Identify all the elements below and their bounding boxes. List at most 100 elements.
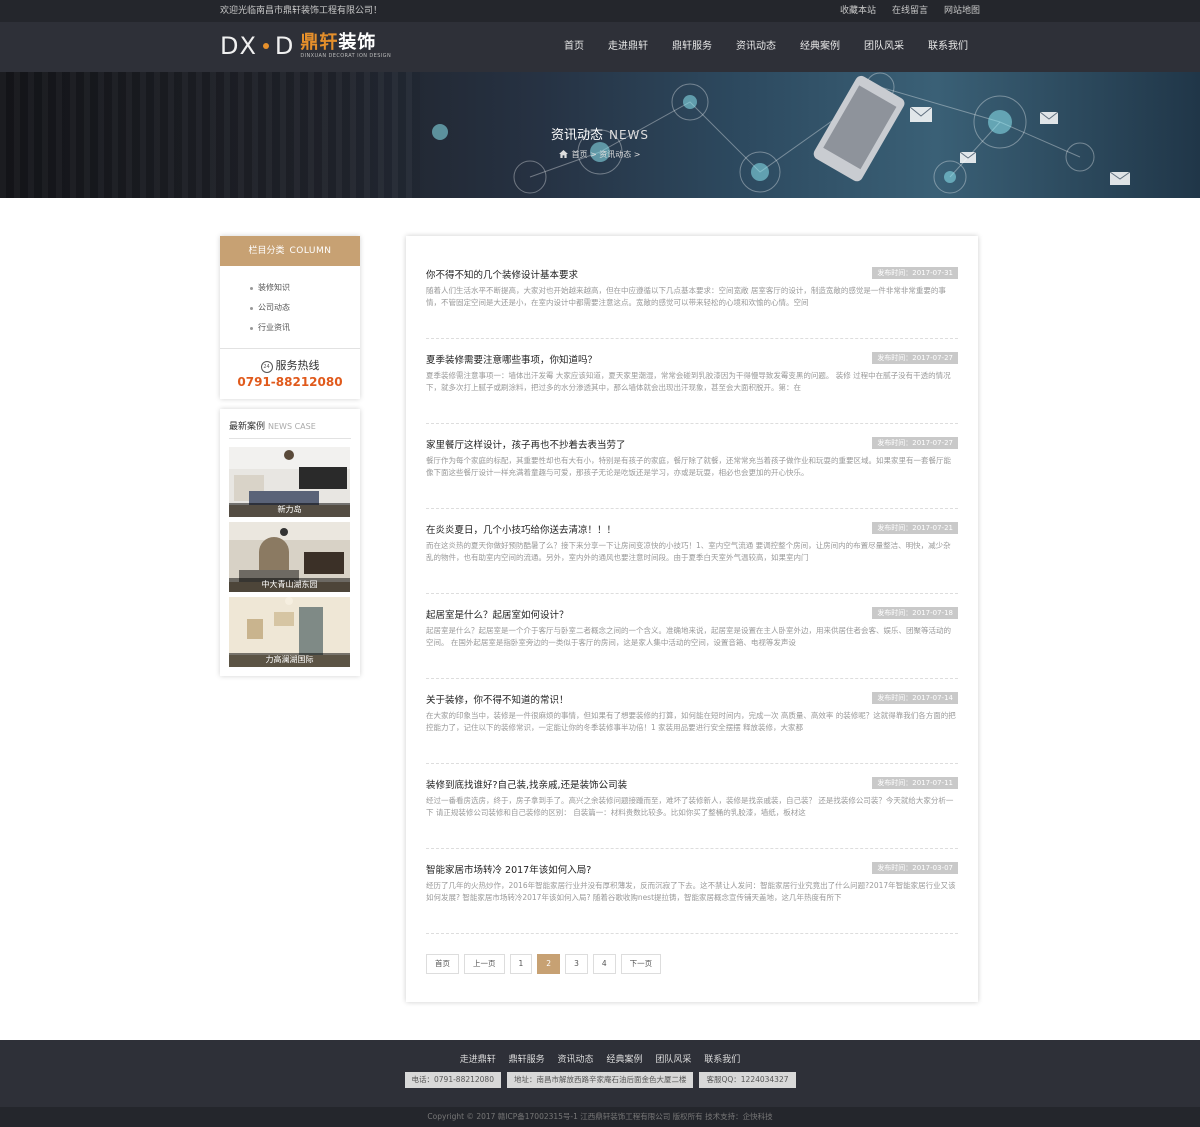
- case-name: 新力岛: [229, 503, 350, 517]
- news-title[interactable]: 夏季装修需要注意哪些事项，你知道吗？: [426, 352, 846, 366]
- news-summary: 餐厅作为每个家庭的标配，其重要性却也有大有小，特别是有孩子的家庭，餐厅除了就餐，…: [426, 456, 951, 477]
- case-name: 中大青山湖东园: [229, 578, 350, 592]
- case-card[interactable]: 新力岛: [229, 447, 350, 517]
- news-date-badge: 发布时间：2017-07-27: [872, 352, 958, 364]
- breadcrumb: 首页 > 资讯动态 >: [0, 149, 1200, 160]
- main-content: 栏目分类 COLUMN 装修知识 公司动态 行业资讯 24 服务热线 0791-88…: [220, 198, 980, 1040]
- copyright: Copyright © 2017 赣ICP备17002315号-1 江西鼎轩装饰…: [0, 1107, 1200, 1127]
- logo-d: D: [274, 32, 295, 60]
- case-name: 力高澜湖国际: [229, 653, 350, 667]
- news-date-badge: 发布时间：2017-07-21: [872, 522, 958, 534]
- bookmark-link[interactable]: 收藏本站: [840, 0, 876, 22]
- footer-qq: 客服QQ：1224034327: [699, 1072, 796, 1088]
- nav-home[interactable]: 首页: [552, 22, 596, 72]
- news-date-badge: 发布时间：2017-07-18: [872, 607, 958, 619]
- nav-services[interactable]: 鼎轩服务: [660, 22, 724, 72]
- top-bar: 欢迎光临南昌市鼎轩装饰工程有限公司！ 收藏本站 在线留言 网站地图: [0, 0, 1200, 22]
- news-item: 起居室是什么？起居室如何设计？ 发布时间：2017-07-18 起居室是什么？起…: [426, 594, 958, 679]
- logo-tail-cn: 装饰: [338, 31, 377, 53]
- footer-address: 地址：南昌市解放西路辛家庵石油后面金色大厦二楼: [506, 1072, 694, 1088]
- footer-link-news[interactable]: 资讯动态: [558, 1055, 594, 1065]
- message-link[interactable]: 在线留言: [892, 0, 928, 22]
- column-item-industry-news[interactable]: 行业资讯: [220, 318, 360, 338]
- news-summary: 而在这炎热的夏天你做好预防酷暑了么？接下来分享一下让房间变凉快的小技巧！1、室内…: [426, 541, 951, 562]
- next-page-button[interactable]: 下一页: [620, 954, 662, 974]
- page-4-button[interactable]: 4: [592, 954, 616, 974]
- column-header: 栏目分类 COLUMN: [220, 236, 360, 266]
- news-summary: 起居室是什么？起居室是一个介于客厅与卧室二者概念之间的一个含义。准确地来说，起居…: [426, 626, 951, 647]
- news-date-badge: 发布时间：2017-03-07: [872, 862, 958, 874]
- news-title[interactable]: 家里餐厅这样设计，孩子再也不抄着去表当劳了: [426, 437, 846, 451]
- nav-cases[interactable]: 经典案例: [788, 22, 852, 72]
- news-date-badge: 发布时间：2017-07-14: [872, 692, 958, 704]
- page-2-button[interactable]: 2: [537, 954, 561, 974]
- news-item: 装修到底找谁好?自己装,找亲戚,还是装饰公司装 发布时间：2017-07-11 …: [426, 764, 958, 849]
- news-summary: 经过一番看房选房，终于，房子拿到手了。高兴之余装修问题接踵而至，难坏了装修新人，…: [426, 796, 954, 817]
- footer-link-team[interactable]: 团队风采: [655, 1055, 691, 1065]
- news-date-badge: 发布时间：2017-07-11: [872, 777, 958, 789]
- sidebar: 栏目分类 COLUMN 装修知识 公司动态 行业资讯 24 服务热线 0791-88…: [220, 236, 360, 676]
- pagination: 首页 上一页 1 2 3 4 下一页: [426, 954, 958, 974]
- news-item: 智能家居市场转冷 2017年该如何入局? 发布时间：2017-03-07 经历了…: [426, 849, 958, 934]
- first-page-button[interactable]: 首页: [426, 954, 459, 974]
- footer-link-services[interactable]: 鼎轩服务: [509, 1055, 545, 1065]
- news-summary: 在大家的印象当中，装修是一件很麻烦的事情，但如果有了想要装修的打算，如何能在短时…: [426, 711, 956, 732]
- news-title[interactable]: 装修到底找谁好?自己装,找亲戚,还是装饰公司装: [426, 777, 846, 791]
- latest-cases-box: 最新案例 NEWS CASE 新力岛 中大青山湖东园 力高澜湖国际: [220, 409, 360, 676]
- news-date-badge: 发布时间：2017-07-31: [872, 267, 958, 279]
- top-links: 收藏本站 在线留言 网站地图: [840, 0, 980, 22]
- page-3-button[interactable]: 3: [565, 954, 588, 974]
- case-card[interactable]: 中大青山湖东园: [229, 522, 350, 592]
- nav-news[interactable]: 资讯动态: [724, 22, 788, 72]
- welcome-text: 欢迎光临南昌市鼎轩装饰工程有限公司！: [220, 6, 383, 16]
- footer-link-about[interactable]: 走进鼎轩: [460, 1055, 496, 1065]
- news-title[interactable]: 关于装修，你不得不知道的常识！: [426, 692, 846, 706]
- column-box: 栏目分类 COLUMN 装修知识 公司动态 行业资讯 24 服务热线 0791-88…: [220, 236, 360, 399]
- logo-dot-icon: [262, 43, 269, 49]
- site-logo[interactable]: DX D 鼎轩装饰 DINXUAN DECORAT ION DESIGN: [220, 32, 391, 60]
- header: DX D 鼎轩装饰 DINXUAN DECORAT ION DESIGN 首页 …: [0, 22, 1200, 72]
- news-list-panel: 你不得不知的几个装修设计基本要求 发布时间：2017-07-31 随着人们生活水…: [406, 236, 978, 1002]
- page-1-button[interactable]: 1: [509, 954, 533, 974]
- page-title-en: NEWS: [608, 128, 650, 142]
- news-item: 关于装修，你不得不知道的常识！ 发布时间：2017-07-14 在大家的印象当中…: [426, 679, 958, 764]
- news-summary: 随着人们生活水平不断提高，大家对也开始越来越高，但在中应遵循以下几点基本要求：空…: [426, 286, 946, 307]
- footer-nav: 走进鼎轩 鼎轩服务 资讯动态 经典案例 团队风采 联系我们: [0, 1040, 1200, 1065]
- footer-phone: 电话：0791-88212080: [404, 1072, 501, 1088]
- footer-link-cases[interactable]: 经典案例: [606, 1055, 642, 1065]
- footer-link-contact[interactable]: 联系我们: [704, 1055, 740, 1065]
- prev-page-button[interactable]: 上一页: [464, 954, 505, 974]
- news-summary: 夏季装修需注意事项一：墙体出汗发霉 大家应该知道，夏天家里潮湿，常常会碰到乳胶漆…: [426, 371, 951, 392]
- logo-dx: DX: [220, 32, 257, 60]
- column-list: 装修知识 公司动态 行业资讯: [220, 266, 360, 348]
- column-item-decor-knowledge[interactable]: 装修知识: [220, 278, 360, 298]
- news-title[interactable]: 在炎炎夏日，几个小技巧给你送去清凉！！！: [426, 522, 846, 536]
- main-nav: 首页 走进鼎轩 鼎轩服务 资讯动态 经典案例 团队风采 联系我们: [552, 22, 980, 72]
- news-title[interactable]: 起居室是什么？起居室如何设计？: [426, 607, 846, 621]
- news-item: 在炎炎夏日，几个小技巧给你送去清凉！！！ 发布时间：2017-07-21 而在这…: [426, 509, 958, 594]
- news-item: 夏季装修需要注意哪些事项，你知道吗？ 发布时间：2017-07-27 夏季装修需…: [426, 339, 958, 424]
- 24h-phone-icon: 24: [260, 361, 273, 373]
- news-summary: 经历了几年的火热炒作，2016年智能家居行业并没有厚积薄发，反而沉寂了下去。这不…: [426, 881, 956, 902]
- logo-en: DINXUAN DECORAT ION DESIGN: [300, 52, 392, 59]
- logo-brand-cn: 鼎轩: [300, 31, 339, 53]
- news-item: 家里餐厅这样设计，孩子再也不抄着去表当劳了 发布时间：2017-07-27 餐厅…: [426, 424, 958, 509]
- sitemap-link[interactable]: 网站地图: [944, 0, 980, 22]
- news-item: 你不得不知的几个装修设计基本要求 发布时间：2017-07-31 随着人们生活水…: [426, 254, 958, 339]
- hotline-label: 服务热线: [275, 359, 320, 372]
- nav-contact[interactable]: 联系我们: [916, 22, 980, 72]
- service-hotline: 24 服务热线 0791-88212080: [220, 348, 360, 399]
- nav-about[interactable]: 走进鼎轩: [596, 22, 660, 72]
- news-date-badge: 发布时间：2017-07-27: [872, 437, 958, 449]
- hotline-number: 0791-88212080: [237, 375, 343, 389]
- news-title[interactable]: 你不得不知的几个装修设计基本要求: [426, 267, 846, 281]
- breadcrumb-text[interactable]: 首页 > 资讯动态 >: [571, 150, 640, 159]
- home-icon: [559, 150, 569, 158]
- footer: 走进鼎轩 鼎轩服务 资讯动态 经典案例 团队风采 联系我们 电话：0791-88…: [0, 1040, 1200, 1127]
- case-card[interactable]: 力高澜湖国际: [229, 597, 350, 667]
- column-item-company-news[interactable]: 公司动态: [220, 298, 360, 318]
- nav-team[interactable]: 团队风采: [852, 22, 916, 72]
- latest-cases-title: 最新案例 NEWS CASE: [229, 419, 351, 439]
- news-title[interactable]: 智能家居市场转冷 2017年该如何入局?: [426, 862, 846, 876]
- page-title: 资讯动态 NEWS: [550, 128, 650, 143]
